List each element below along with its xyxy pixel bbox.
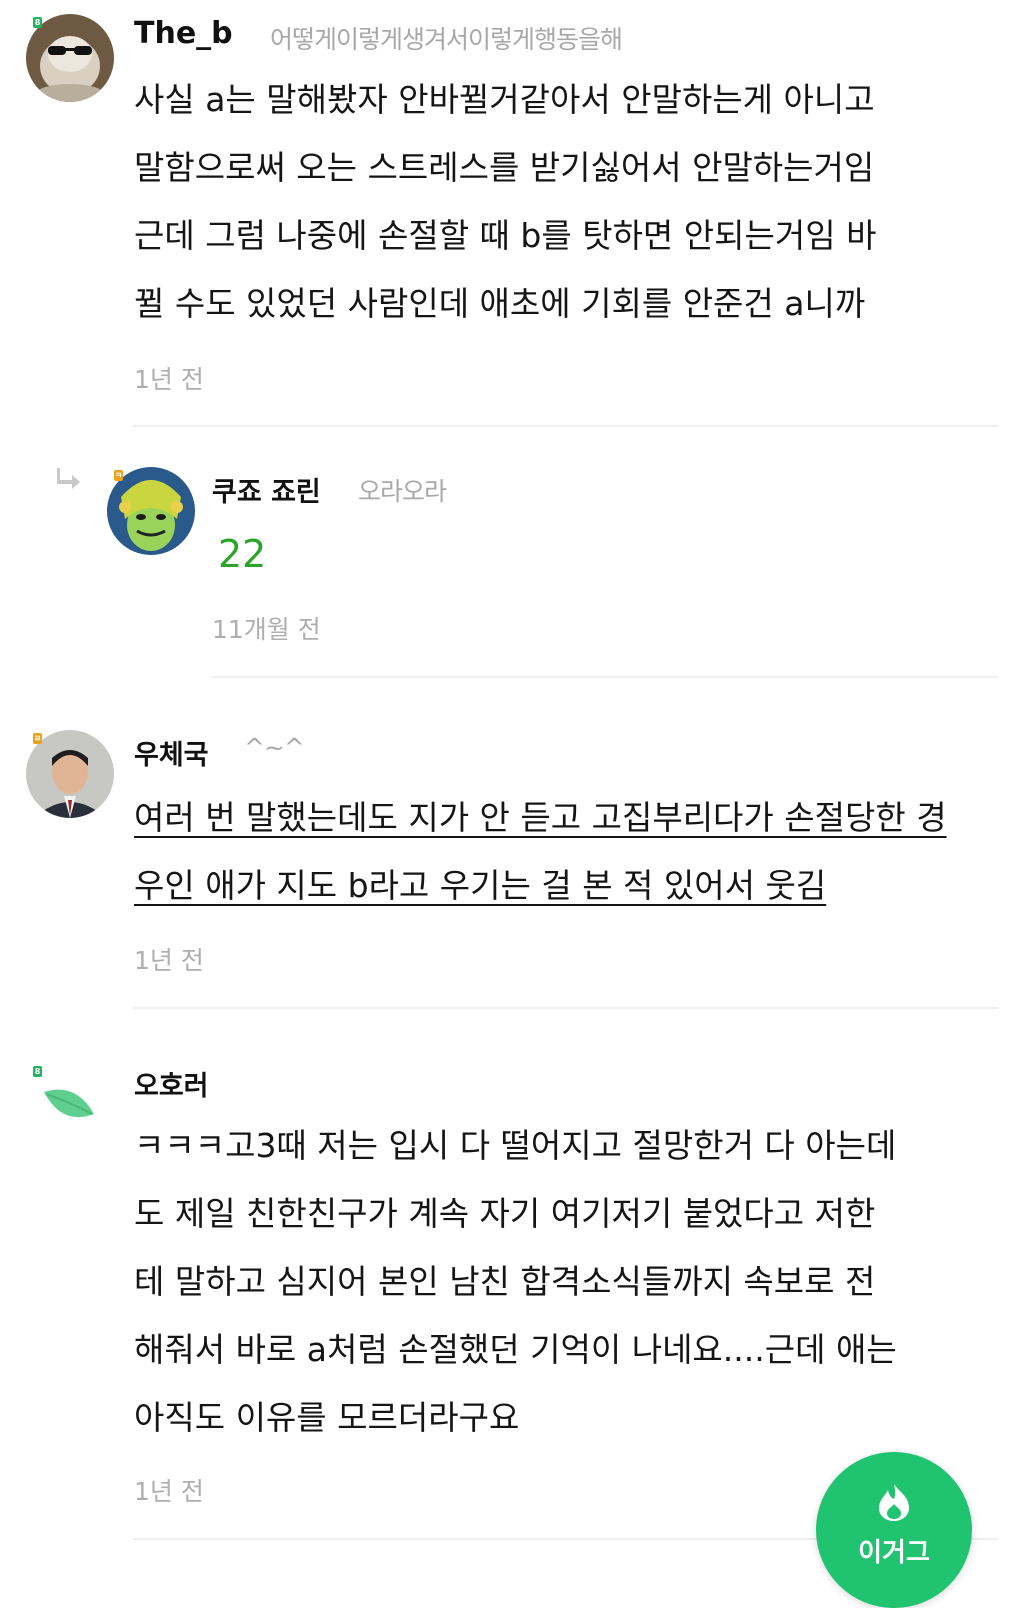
comment-text: 사실 a는 말해봤자 안바뀔거같아서 안말하는게 아니고 말함으로써 오는 스트… xyxy=(134,80,877,323)
comment-text-link[interactable]: 여러 번 말했는데도 지가 안 듣고 고집부리다가 손절당한 경 우인 애가 지… xyxy=(134,784,1004,920)
divider xyxy=(133,1007,998,1009)
author-name[interactable]: 쿠죠 죠린 xyxy=(212,470,321,509)
author-name[interactable]: 오호러 xyxy=(134,1064,209,1103)
floating-action-button[interactable]: 이거그 xyxy=(816,1452,972,1608)
author-status: 어떻게이렇게생겨서이렇게행동을해 xyxy=(270,25,623,54)
fab-label: 이거그 xyxy=(858,1538,930,1568)
divider xyxy=(212,676,998,678)
comment-time: 11개월 전 xyxy=(212,615,321,644)
level-badge: 8 xyxy=(33,17,42,28)
level-badge: 8 xyxy=(33,1066,42,1077)
comment-time: 1년 전 xyxy=(134,365,204,394)
comment-time: 1년 전 xyxy=(134,946,204,975)
comment-time: 1년 전 xyxy=(134,1477,204,1506)
comment-text: 22 xyxy=(218,532,267,576)
flame-icon xyxy=(875,1482,913,1526)
author-name[interactable]: The_b xyxy=(134,16,233,51)
divider xyxy=(133,425,998,427)
level-badge: ㅋ xyxy=(114,470,123,481)
author-name[interactable]: 우체국 xyxy=(134,733,209,772)
reply-arrow-icon xyxy=(56,466,82,496)
level-badge: ㄹ xyxy=(33,733,42,744)
author-status: ^~^ xyxy=(244,733,305,762)
author-status: 오라오라 xyxy=(358,477,447,506)
comment-text: ㅋㅋㅋ고3때 저는 입시 다 떨어지고 절망한거 다 아는데 도 제일 친한친구… xyxy=(134,1126,897,1437)
